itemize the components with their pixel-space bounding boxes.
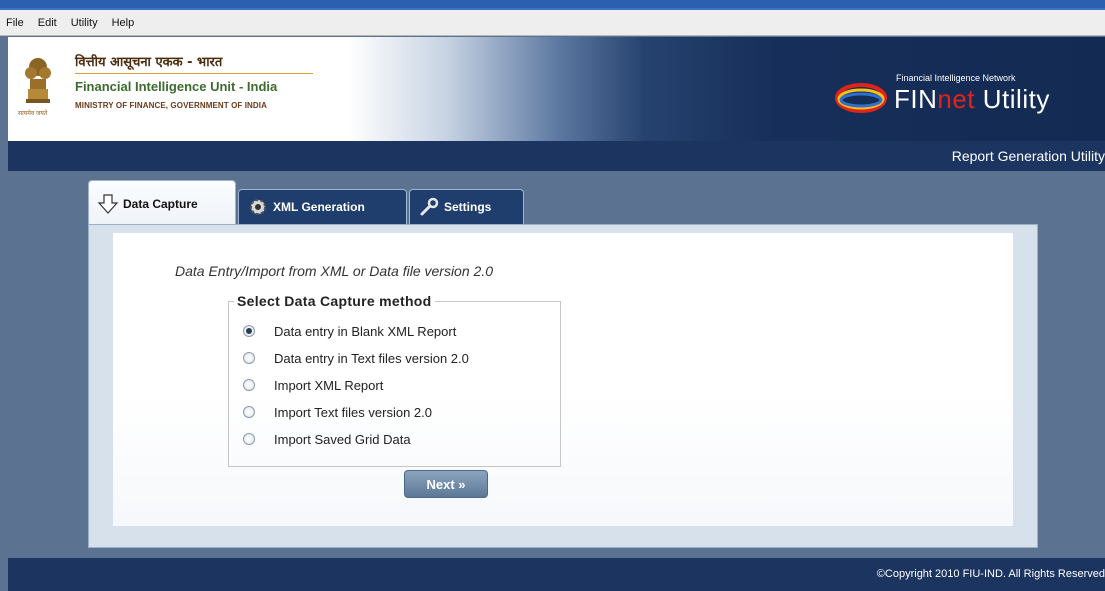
product-net: net	[937, 84, 976, 114]
header-banner: सत्यमेव जयते वित्तीय आसूचना एकक - भारत F…	[8, 37, 1105, 141]
tab-label: Data Capture	[123, 196, 198, 211]
intro-text: Data Entry/Import from XML or Data file …	[175, 263, 493, 279]
subheader-bar: Report Generation Utility	[8, 141, 1105, 171]
radio-button[interactable]	[243, 406, 255, 418]
product-utility: Utility	[975, 84, 1050, 114]
subheader-title: Report Generation Utility	[951, 148, 1105, 164]
tab-label: Settings	[444, 200, 492, 214]
option-label: Data entry in Blank XML Report	[274, 323, 457, 339]
app-window: File Edit Utility Help सत्यमेव जयते वित्…	[0, 0, 1105, 591]
content-area: Data Entry/Import from XML or Data file …	[113, 233, 1013, 526]
network-label: Financial Intelligence Network	[896, 73, 1016, 83]
capture-method-group: Select Data Capture method Data entry in…	[228, 293, 561, 467]
gear-icon	[250, 199, 266, 215]
option-blank-xml[interactable]: Data entry in Blank XML Report	[243, 322, 456, 340]
divider	[75, 73, 313, 74]
option-label: Data entry in Text files version 2.0	[274, 350, 469, 366]
tab-xml-generation[interactable]: XML Generation	[238, 189, 407, 224]
product-title: FINnet Utility	[894, 84, 1050, 115]
emblem-caption: सत्यमेव जयते	[18, 111, 48, 117]
wrench-icon	[420, 197, 439, 216]
group-legend: Select Data Capture method	[234, 293, 435, 309]
window-top-border	[0, 0, 1105, 10]
menu-bar: File Edit Utility Help	[0, 10, 1105, 36]
option-text-files[interactable]: Data entry in Text files version 2.0	[243, 349, 469, 367]
down-arrow-icon	[97, 193, 119, 214]
option-label: Import Saved Grid Data	[274, 431, 411, 447]
radio-button[interactable]	[243, 433, 255, 445]
option-import-grid[interactable]: Import Saved Grid Data	[243, 430, 411, 448]
copyright-text: ©Copyright 2010 FIU-IND. All Rights Rese…	[876, 568, 1105, 580]
radio-button[interactable]	[243, 352, 255, 364]
fiu-english-title: Financial Intelligence Unit - India	[75, 79, 278, 94]
menu-utility[interactable]: Utility	[69, 15, 100, 31]
next-button[interactable]: Next »	[404, 470, 488, 498]
option-import-text[interactable]: Import Text files version 2.0	[243, 403, 432, 421]
national-emblem-icon	[25, 58, 51, 103]
tab-data-capture[interactable]: Data Capture	[88, 180, 236, 226]
option-label: Import Text files version 2.0	[274, 404, 432, 420]
product-fin: FIN	[894, 84, 938, 114]
tab-settings[interactable]: Settings	[409, 189, 524, 224]
radio-button[interactable]	[243, 379, 255, 391]
radio-button[interactable]	[243, 325, 255, 337]
menu-edit[interactable]: Edit	[36, 15, 59, 31]
ministry-label: MINISTRY OF FINANCE, GOVERNMENT OF INDIA	[75, 101, 268, 110]
tab-label: XML Generation	[273, 200, 365, 214]
tab-panel: Data Entry/Import from XML or Data file …	[88, 224, 1038, 548]
finnet-logo-icon	[835, 83, 887, 113]
option-label: Import XML Report	[274, 377, 384, 393]
menu-file[interactable]: File	[4, 15, 26, 31]
menu-help[interactable]: Help	[110, 15, 137, 31]
fiu-hindi-title: वित्तीय आसूचना एकक - भारत	[75, 55, 223, 70]
footer-bar: ©Copyright 2010 FIU-IND. All Rights Rese…	[8, 558, 1105, 591]
option-import-xml[interactable]: Import XML Report	[243, 376, 383, 394]
